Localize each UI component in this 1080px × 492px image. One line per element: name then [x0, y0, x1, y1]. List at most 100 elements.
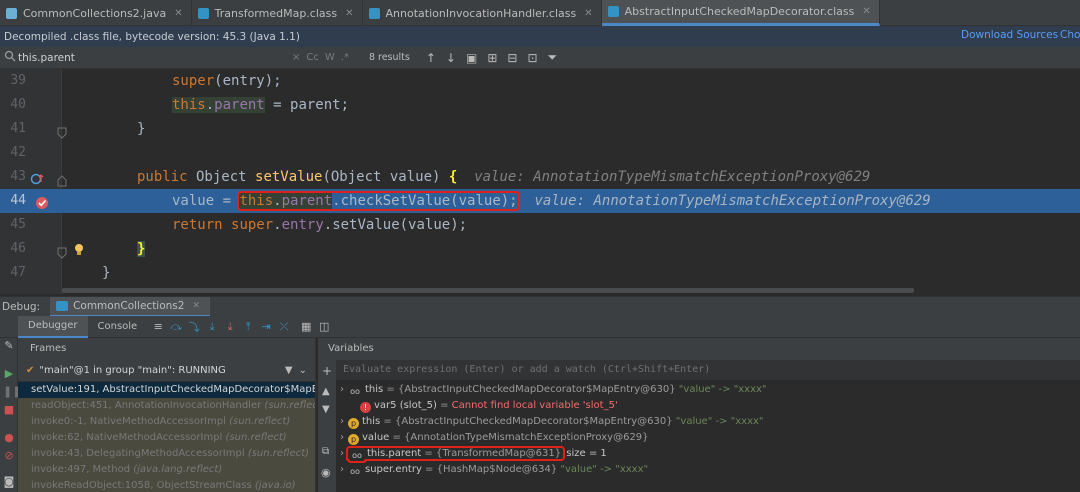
evaluate-expression-input[interactable]: Evaluate expression (Enter) or add a wat…	[336, 360, 1080, 380]
stop-icon[interactable]: ■	[3, 404, 15, 416]
variable-row[interactable]: ! var5 (slot_5) = Cannot find local varia…	[336, 398, 618, 414]
select-all-occurrences-icon[interactable]: ▣	[466, 51, 477, 65]
remove-selection-icon[interactable]: ⊟	[507, 51, 517, 65]
resume-icon[interactable]: ▶	[3, 368, 15, 380]
code-line-44-current[interactable]: 44 value = this.parent.checkSetValue(val…	[0, 189, 1080, 213]
tab-annotationinvocationhandler-class[interactable]: AnnotationInvocationHandler.class ✕	[363, 0, 602, 26]
choose-sources-link[interactable]: Cho	[1060, 29, 1080, 41]
toolbar-separator-icon: ≡	[153, 320, 163, 333]
close-icon[interactable]: ✕	[862, 6, 870, 17]
chevron-down-icon[interactable]: ⌄	[299, 365, 307, 376]
settings-wrench-icon[interactable]: ✎	[3, 340, 15, 352]
copy-icon[interactable]: ⧉	[322, 446, 329, 457]
thread-selector[interactable]: ✔ "main"@1 in group "main": RUNNING ▼ ⌄	[18, 360, 315, 382]
evaluate-expression-icon[interactable]: ▦	[297, 320, 315, 333]
variable-row[interactable]: › p this = {AbstractInputCheckedMapDecorat…	[336, 414, 764, 430]
stack-frame[interactable]: readObject:451, AnnotationInvocationHand…	[18, 398, 315, 414]
code-editor[interactable]: 39 super(entry); 40 this.parent = parent…	[0, 69, 1080, 294]
close-icon[interactable]: ✕	[174, 8, 182, 19]
expand-arrow-icon[interactable]: ›	[336, 462, 348, 478]
inline-debug-value: value: AnnotationTypeMismatchExceptionPr…	[474, 169, 871, 185]
code-line-39[interactable]: 39 super(entry);	[0, 69, 1080, 93]
object-icon: oo	[350, 387, 360, 396]
layout-icon[interactable]: ◫	[315, 320, 333, 333]
run-to-cursor-icon[interactable]: ⤫	[275, 320, 293, 334]
match-case-toggle[interactable]: Cc	[306, 52, 318, 63]
find-bar: this.parent × Cc W .* 8 results ↑ ↓ ▣ ⊞ …	[0, 47, 1080, 69]
tab-transformedmap-class[interactable]: TransformedMap.class ✕	[192, 0, 363, 26]
parameter-icon: p	[348, 434, 359, 445]
step-into-icon[interactable]: ⤓	[203, 320, 221, 334]
tab-console[interactable]: Console	[88, 316, 148, 338]
expand-arrow-icon[interactable]: ›	[336, 382, 348, 398]
stack-frame[interactable]: invoke0:-1, NativeMethodAccessorImpl (su…	[18, 414, 315, 430]
expand-arrow-icon[interactable]: ›	[336, 430, 348, 446]
step-out-icon[interactable]: ⤒	[239, 320, 257, 334]
find-input[interactable]: this.parent	[18, 52, 278, 64]
show-execution-point-icon[interactable]: ⤼	[167, 320, 185, 334]
next-occurrence-icon[interactable]: ↓	[446, 51, 456, 65]
code-line-42[interactable]: 42	[0, 141, 1080, 165]
glasses-icon[interactable]: ◉	[321, 466, 331, 479]
close-icon[interactable]: ✕	[584, 8, 592, 19]
tab-label: CommonCollections2.java	[23, 6, 167, 20]
code-line-43[interactable]: 43 public Object setValue(Object value) …	[0, 165, 1080, 189]
select-all-icon[interactable]: ⊡	[527, 51, 537, 65]
regex-toggle[interactable]: .*	[341, 52, 349, 63]
editor-tab-bar: CommonCollections2.java ✕ TransformedMap…	[0, 0, 1080, 26]
filter-icon[interactable]: ▼	[285, 365, 293, 376]
line-number: 46	[10, 241, 26, 256]
close-icon[interactable]: ✕	[192, 301, 200, 311]
force-step-into-icon[interactable]: ⤓	[221, 320, 239, 334]
stack-frame[interactable]: invoke:62, NativeMethodAccessorImpl (sun…	[18, 430, 315, 446]
expand-arrow-icon[interactable]: ›	[336, 414, 348, 430]
search-icon[interactable]	[4, 50, 18, 65]
tab-abstractinputcheckedmapdecorator-class[interactable]: AbstractInputCheckedMapDecorator.class ✕	[601, 0, 880, 26]
close-icon[interactable]: ✕	[345, 8, 353, 19]
code-line-45[interactable]: 45 return super.entry.setValue(value);	[0, 213, 1080, 237]
line-number: 39	[10, 73, 26, 88]
horizontal-scrollbar[interactable]	[62, 288, 914, 293]
debug-actions-strip: ↻ ✎ ▶ ❚❚ ■ ● ⊘ ◙	[0, 316, 21, 492]
line-number: 47	[10, 265, 26, 280]
check-icon: ✔	[26, 365, 35, 376]
camera-icon[interactable]: ◙	[3, 476, 15, 488]
clear-search-icon[interactable]: ×	[292, 52, 300, 63]
variable-row[interactable]: › oo this = {AbstractInputCheckedMapDecora…	[336, 382, 767, 398]
stack-frame[interactable]: invoke:43, DelegatingMethodAccessorImpl …	[18, 446, 315, 462]
decompiled-notice-text: Decompiled .class file, bytecode version…	[4, 30, 300, 43]
line-number: 43	[10, 169, 26, 184]
move-up-icon[interactable]: ▲	[322, 386, 330, 397]
variable-row[interactable]: › oo super.entry = {HashMap$Node@634} "val…	[336, 462, 648, 478]
tab-debugger[interactable]: Debugger	[18, 315, 88, 338]
mute-breakpoints-icon[interactable]: ⊘	[3, 450, 15, 462]
previous-occurrence-icon[interactable]: ↑	[426, 51, 436, 65]
pause-icon[interactable]: ❚❚	[3, 386, 21, 398]
move-down-icon[interactable]: ▼	[322, 404, 330, 415]
expand-arrow-icon[interactable]: ›	[336, 446, 348, 462]
add-watch-icon[interactable]: +	[322, 364, 332, 378]
tab-commoncollections2-java[interactable]: CommonCollections2.java ✕	[0, 0, 192, 26]
debug-label: Debug:	[2, 300, 41, 313]
debugger-toolbar: Debugger Console ≡ ⤼ ⤵ ⤓ ⤓ ⤒ ⇥ ⤫ ▦ ◫	[0, 315, 1080, 338]
stack-frame[interactable]: setValue:191, AbstractInputCheckedMapDec…	[18, 382, 315, 398]
thread-label: "main"@1 in group "main": RUNNING	[39, 365, 226, 376]
view-breakpoints-icon[interactable]: ●	[3, 432, 15, 444]
drop-frame-icon[interactable]: ⇥	[257, 320, 275, 333]
debug-session-tab[interactable]: CommonCollections2 ✕	[50, 296, 211, 317]
code-line-40[interactable]: 40 this.parent = parent;	[0, 93, 1080, 117]
step-over-icon[interactable]: ⤵	[185, 319, 203, 335]
line-number: 40	[10, 97, 26, 112]
filter-icon[interactable]: ⏷	[548, 50, 558, 65]
add-selection-icon[interactable]: ⊞	[487, 51, 497, 65]
code-line-47[interactable]: 47 }	[0, 261, 1080, 285]
variable-row-this-parent[interactable]: › oo this.parent = {TransformedMap@631} si…	[336, 446, 607, 462]
stack-frame[interactable]: invokeReadObject:1058, ObjectStreamClass…	[18, 478, 315, 492]
stack-frame[interactable]: invoke:497, Method (java.lang.reflect)	[18, 462, 315, 478]
code-line-46[interactable]: 46 }	[0, 237, 1080, 261]
variable-row[interactable]: › p value = {AnnotationTypeMismatchExcepti…	[336, 430, 649, 446]
frames-panel: Frames ✔ "main"@1 in group "main": RUNNI…	[18, 338, 316, 492]
download-sources-link[interactable]: Download Sources	[961, 29, 1058, 41]
whole-words-toggle[interactable]: W	[325, 52, 335, 63]
code-line-41[interactable]: 41 }	[0, 117, 1080, 141]
